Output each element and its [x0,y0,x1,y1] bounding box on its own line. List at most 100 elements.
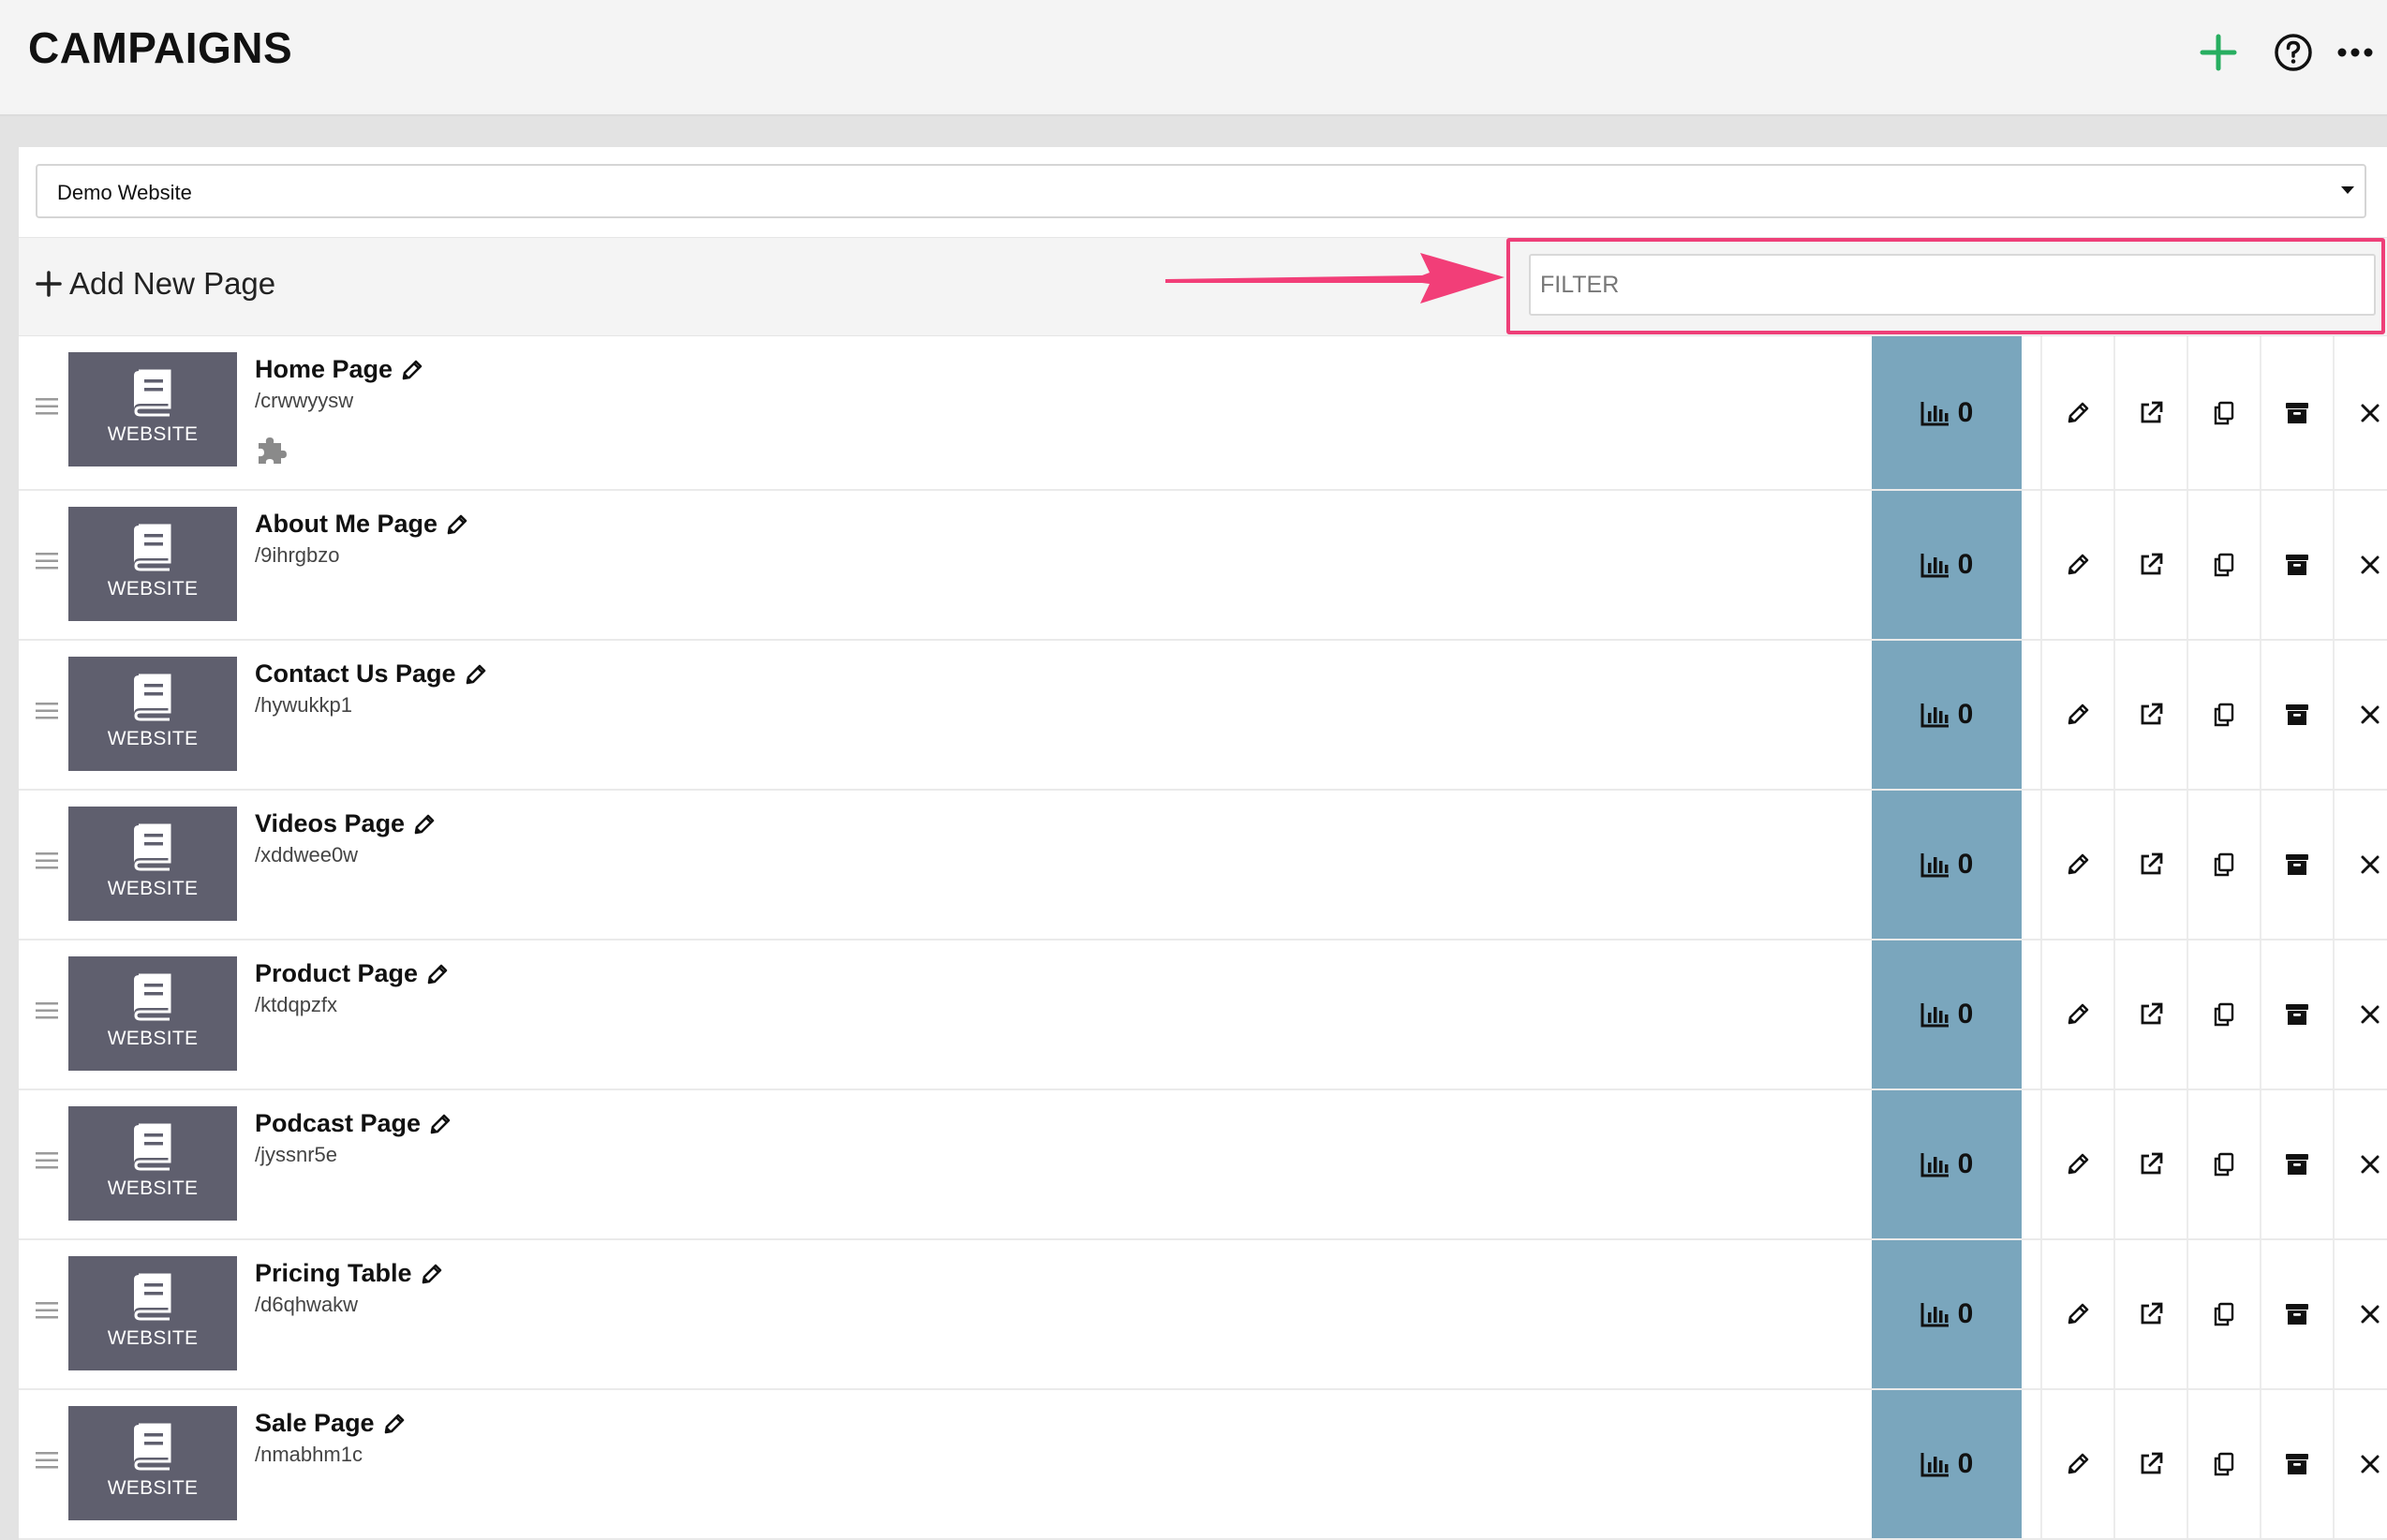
book-icon [134,674,171,721]
archive-page-button[interactable] [2260,491,2333,639]
more-button[interactable] [2327,24,2383,81]
drag-handle-icon[interactable] [36,397,58,421]
rename-pencil-icon[interactable] [412,812,437,837]
external-link-icon [2141,553,2163,575]
page-name: Home Page [255,355,393,383]
annotation-arrow [1165,253,1505,304]
archive-page-button[interactable] [2260,336,2333,489]
drag-handle-icon[interactable] [36,1451,58,1474]
close-icon [2361,1005,2380,1024]
stats-button[interactable]: 0 [1872,1390,2022,1538]
close-icon [2361,555,2380,574]
archive-page-button[interactable] [2260,940,2333,1088]
stats-button[interactable]: 0 [1872,940,2022,1088]
page-thumbnail[interactable]: WEBSITE [68,1256,237,1370]
copy-icon [2214,703,2234,727]
stats-button[interactable]: 0 [1872,791,2022,939]
delete-page-button[interactable] [2333,641,2387,789]
delete-page-button[interactable] [2333,1240,2387,1388]
archive-page-button[interactable] [2260,1390,2333,1538]
stats-button[interactable]: 0 [1872,1240,2022,1388]
page-thumbnail[interactable]: WEBSITE [68,352,237,466]
duplicate-page-button[interactable] [2187,1240,2260,1388]
stats-button[interactable]: 0 [1872,491,2022,639]
open-page-button[interactable] [2113,336,2187,489]
drag-handle-icon[interactable] [36,1001,58,1025]
drag-handle-icon[interactable] [36,1301,58,1325]
page-row: WEBSITE Pricing Table /d6qhwakw 0 [19,1240,2387,1390]
page-thumbnail[interactable]: WEBSITE [68,1406,237,1520]
page-thumbnail[interactable]: WEBSITE [68,807,237,921]
page-type-label: WEBSITE [107,578,199,600]
duplicate-page-button[interactable] [2187,1390,2260,1538]
archive-page-button[interactable] [2260,1240,2333,1388]
edit-page-button[interactable] [2040,1090,2113,1238]
page-slug: /nmabhm1c [255,1443,363,1466]
delete-page-button[interactable] [2333,940,2387,1088]
page-thumbnail[interactable]: WEBSITE [68,1106,237,1221]
archive-page-button[interactable] [2260,1090,2333,1238]
bar-chart-icon [1920,1003,1949,1028]
open-page-button[interactable] [2113,1090,2187,1238]
close-icon [2361,705,2380,724]
open-page-button[interactable] [2113,641,2187,789]
rename-pencil-icon[interactable] [464,662,488,687]
delete-page-button[interactable] [2333,791,2387,939]
drag-handle-icon[interactable] [36,851,58,875]
page-thumbnail[interactable]: WEBSITE [68,956,237,1071]
duplicate-page-button[interactable] [2187,940,2260,1088]
question-circle-icon [2275,34,2312,71]
drag-handle-icon[interactable] [36,552,58,575]
add-campaign-button[interactable] [2190,24,2246,81]
stats-button[interactable]: 0 [1872,1090,2022,1238]
rename-pencil-icon[interactable] [382,1412,407,1436]
caret-down-icon [2341,186,2354,194]
duplicate-page-button[interactable] [2187,641,2260,789]
drag-handle-icon[interactable] [36,702,58,725]
delete-page-button[interactable] [2333,1090,2387,1238]
website-select[interactable]: Demo Website [36,164,2366,218]
help-button[interactable] [2265,24,2321,81]
filter-input[interactable] [1529,254,2376,316]
open-page-button[interactable] [2113,940,2187,1088]
delete-page-button[interactable] [2333,491,2387,639]
open-page-button[interactable] [2113,791,2187,939]
page-title-row: Product Page [255,959,450,988]
delete-page-button[interactable] [2333,336,2387,489]
page-thumbnail[interactable]: WEBSITE [68,657,237,771]
edit-page-button[interactable] [2040,336,2113,489]
page-list: WEBSITE Home Page /crwwyysw 0 WEBSITE Ab… [19,336,2387,1540]
drag-handle-icon[interactable] [36,1151,58,1175]
open-page-button[interactable] [2113,491,2187,639]
page-name: Pricing Table [255,1259,412,1287]
edit-page-button[interactable] [2040,1390,2113,1538]
open-page-button[interactable] [2113,1240,2187,1388]
open-page-button[interactable] [2113,1390,2187,1538]
external-link-icon [2141,852,2163,875]
add-new-page-button[interactable]: Add New Page [36,266,275,302]
duplicate-page-button[interactable] [2187,336,2260,489]
rename-pencil-icon[interactable] [445,512,469,537]
archive-page-button[interactable] [2260,791,2333,939]
archive-page-button[interactable] [2260,641,2333,789]
page-title-row: Contact Us Page [255,659,488,689]
edit-page-button[interactable] [2040,491,2113,639]
duplicate-page-button[interactable] [2187,491,2260,639]
stats-button[interactable]: 0 [1872,641,2022,789]
delete-page-button[interactable] [2333,1390,2387,1538]
close-icon [2361,1305,2380,1324]
edit-page-button[interactable] [2040,791,2113,939]
rename-pencil-icon[interactable] [425,962,450,986]
page-thumbnail[interactable]: WEBSITE [68,507,237,621]
duplicate-page-button[interactable] [2187,791,2260,939]
rename-pencil-icon[interactable] [400,358,424,382]
book-icon [134,369,171,417]
rename-pencil-icon[interactable] [420,1262,444,1286]
edit-page-button[interactable] [2040,641,2113,789]
edit-page-button[interactable] [2040,940,2113,1088]
stats-count: 0 [1957,999,1974,1029]
edit-page-button[interactable] [2040,1240,2113,1388]
rename-pencil-icon[interactable] [428,1112,452,1136]
duplicate-page-button[interactable] [2187,1090,2260,1238]
stats-button[interactable]: 0 [1872,336,2022,489]
